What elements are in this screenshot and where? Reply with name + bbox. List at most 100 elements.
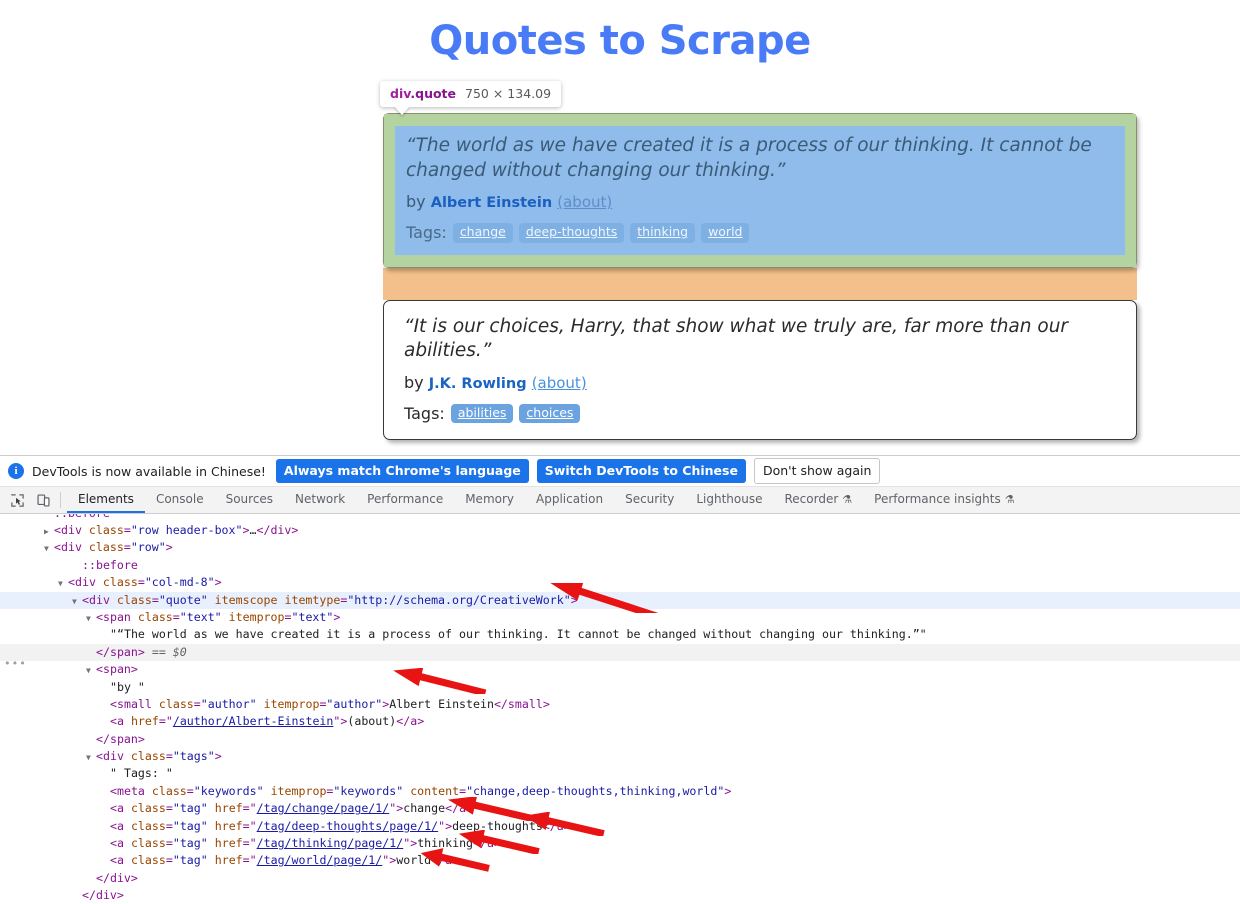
dom-token-attrval: "text" (291, 609, 334, 624)
twisty-expanded-icon[interactable]: ▼ (86, 610, 96, 627)
dom-token-punct: < (82, 592, 89, 607)
dom-token-attrname: class (158, 696, 194, 711)
author-about-link[interactable]: (about) (532, 374, 587, 392)
dom-row[interactable]: "by " (0, 679, 1240, 696)
dom-token-punct: < (110, 836, 117, 851)
tag-link[interactable]: change (452, 223, 513, 243)
tab-performance[interactable]: Performance (356, 487, 454, 513)
dom-token-attrname: href (214, 853, 243, 868)
switch-devtools-to-chinese-button[interactable]: Switch DevTools to Chinese (536, 459, 746, 483)
tab-sources[interactable]: Sources (215, 487, 284, 513)
toolbar-divider (60, 492, 61, 508)
dom-token-punct: "> (438, 818, 453, 833)
quote-tags: Tags: abilities choices (404, 403, 1116, 424)
dom-token-punct: = (319, 696, 327, 711)
browser-page-viewport: Quotes to Scrape div.quote 750 × 134.09 … (0, 0, 1240, 455)
dom-row[interactable]: ▼ < span class = "text" itemprop = "text" > (0, 609, 1240, 626)
twisty-expanded-icon[interactable]: ▼ (86, 662, 96, 679)
dom-row[interactable]: </span > == $0 (0, 643, 1240, 662)
devtools-tab-bar: Elements Console Sources Network Performance… (67, 487, 1026, 513)
twisty-expanded-icon[interactable]: ▼ (86, 749, 96, 766)
dom-token-plain (403, 783, 410, 800)
attribute-link[interactable]: /author/Albert-Einstein (173, 713, 334, 730)
attribute-link[interactable]: /tag/thinking/page/1/ (257, 835, 404, 852)
tab-label: Sources (225, 492, 274, 506)
dom-row[interactable]: ▼ < div class = "tags" > (0, 748, 1240, 765)
tag-link[interactable]: abilities (450, 403, 514, 424)
tab-application[interactable]: Application (525, 487, 614, 513)
dom-row[interactable]: ▼ < div class = "col-md-8" > (0, 574, 1240, 591)
dom-token-punct: </ (542, 818, 557, 833)
tag-link[interactable]: thinking (630, 223, 696, 243)
tab-recorder[interactable]: Recorder ⚗ (774, 487, 864, 513)
twisty-collapsed-icon[interactable]: ▶ (44, 523, 54, 540)
tags-label: Tags: (404, 404, 445, 424)
tab-memory[interactable]: Memory (454, 487, 525, 513)
dom-token-attrval: "change,deep-thoughts,thinking,world" (466, 783, 725, 798)
dom-token-punct: = (137, 575, 145, 590)
tab-network[interactable]: Network (284, 487, 356, 513)
tag-link[interactable]: world (701, 223, 750, 243)
tab-security[interactable]: Security (614, 487, 685, 513)
attribute-link[interactable]: /tag/deep-thoughts/page/1/ (257, 818, 438, 835)
dom-token-punct: = (340, 592, 348, 607)
dom-row[interactable]: ::before (0, 514, 1240, 522)
dom-row[interactable]: < small class = "author" itemprop = "author" >… (0, 696, 1240, 713)
dom-row[interactable]: " Tags: " (0, 765, 1240, 782)
quote-card[interactable]: “It is our choices, Harry, that show wha… (383, 299, 1137, 441)
more-options-icon[interactable]: ••• (4, 655, 27, 672)
dom-row[interactable]: < a class = "tag" href ="/tag/deep-thoughts/… (0, 818, 1240, 835)
quote-card-selected[interactable]: “The world as we have created it is a pr… (383, 113, 1137, 268)
tab-console[interactable]: Console (145, 487, 215, 513)
dom-token-punct: > (130, 662, 138, 677)
dom-row[interactable]: < a class = "tag" href ="/tag/world/page/1/"… (0, 852, 1240, 869)
dom-row[interactable]: < meta class = "keywords" itemprop = "keyword… (0, 783, 1240, 800)
device-toolbar-icon[interactable] (30, 487, 56, 513)
dom-row[interactable]: ▼ < div class = "row" > (0, 539, 1240, 556)
twisty-expanded-icon[interactable]: ▼ (44, 540, 54, 557)
dom-token-plain (124, 852, 131, 869)
inspect-element-icon[interactable] (4, 487, 30, 513)
dom-token-tagname: span (102, 662, 131, 677)
tab-elements[interactable]: Elements (67, 487, 145, 513)
attribute-link[interactable]: /tag/change/page/1/ (257, 800, 390, 817)
tag-link[interactable]: choices (519, 403, 581, 424)
quotes-column: “The world as we have created it is a pr… (383, 113, 1137, 455)
dom-token-tagname: div (102, 749, 124, 764)
dom-row[interactable]: < a class = "tag" href ="/tag/change/page/1/… (0, 800, 1240, 817)
dom-row[interactable]: < a href ="/author/Albert-Einstein "> (about… (0, 713, 1240, 730)
dom-token-plain (257, 696, 264, 713)
dont-show-again-button[interactable]: Don't show again (753, 458, 881, 484)
dom-row-selected[interactable]: ▼ < div class = "quote" itemscope itemtype = "… (0, 591, 1240, 610)
always-match-chrome-language-button[interactable]: Always match Chrome's language (275, 459, 529, 483)
dom-token-punct: = (284, 609, 292, 624)
dom-row[interactable]: "“The world as we have created it is a p… (0, 626, 1240, 643)
dom-row[interactable]: </div > (0, 887, 1240, 904)
dom-row[interactable]: ▼ < span > (0, 661, 1240, 678)
dom-tree[interactable]: ::before▶<div class="row header-box">…</… (0, 514, 1240, 904)
dom-token-attrname: itemtype (284, 592, 341, 607)
tab-label: Lighthouse (696, 492, 763, 506)
dom-token-attrname: class (130, 818, 166, 833)
dom-row[interactable]: ::before (0, 557, 1240, 574)
dom-token-punct: > (452, 853, 460, 868)
dom-token-punct: =" (242, 836, 257, 851)
dom-token-punct: </ (96, 644, 110, 659)
twisty-expanded-icon[interactable]: ▼ (58, 575, 68, 592)
inspector-tooltip-selector: div.quote (390, 86, 456, 101)
dom-token-plain (208, 835, 215, 852)
tag-link[interactable]: deep-thoughts (518, 223, 625, 243)
dom-token-punct: </ (82, 888, 96, 903)
tab-lighthouse[interactable]: Lighthouse (685, 487, 773, 513)
dom-row[interactable]: ▶ < div class = "row header-box" >… </div > (0, 522, 1240, 539)
twisty-expanded-icon[interactable]: ▼ (72, 593, 82, 610)
dom-token-attrname: class (130, 801, 166, 816)
dom-row[interactable]: </span > (0, 731, 1240, 748)
dom-token-punct: </ (445, 801, 460, 816)
tab-performance-insights[interactable]: Performance insights ⚗ (863, 487, 1025, 513)
dom-row[interactable]: </div > (0, 870, 1240, 887)
author-about-link[interactable]: (about) (557, 193, 612, 211)
dom-row[interactable]: < a class = "tag" href ="/tag/thinking/page/… (0, 835, 1240, 852)
dom-token-punct: "> (403, 836, 418, 851)
attribute-link[interactable]: /tag/world/page/1/ (257, 852, 383, 869)
